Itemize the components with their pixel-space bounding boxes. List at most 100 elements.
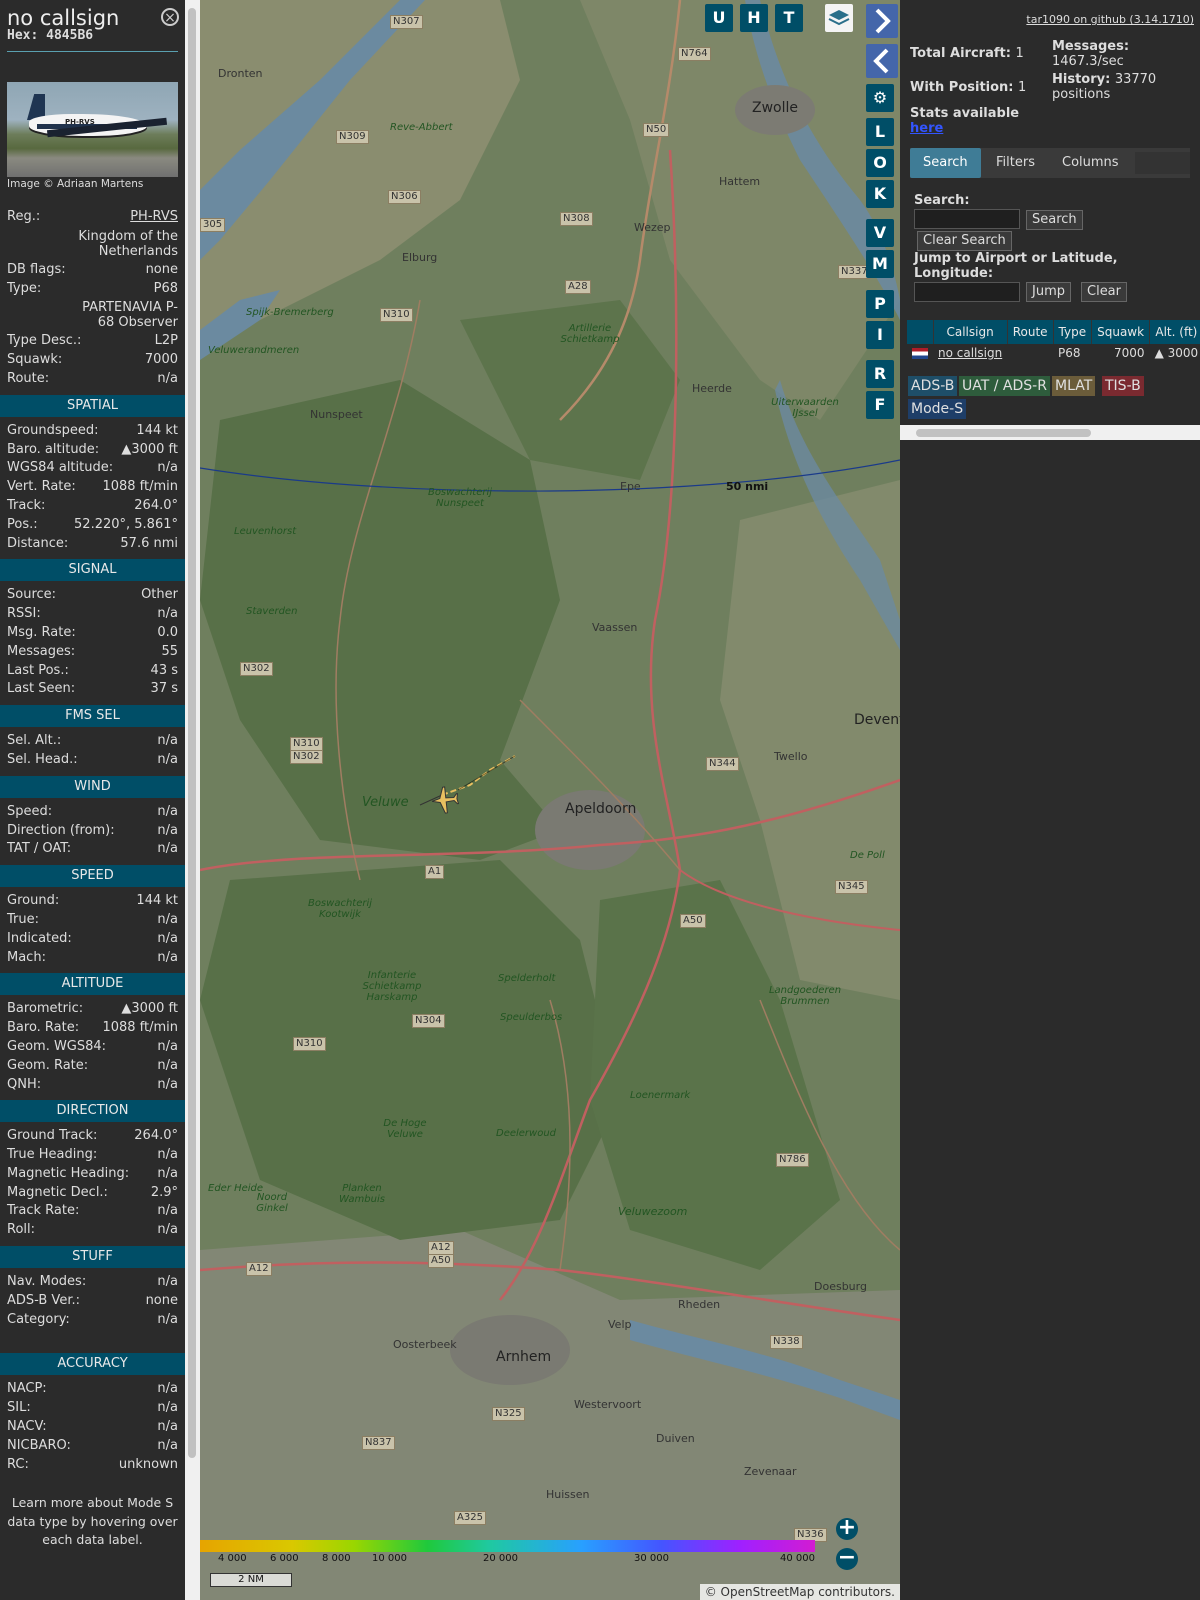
tab-columns[interactable]: Columns [1049, 148, 1132, 178]
info-label: RSSI: [7, 606, 41, 622]
info-row: Squawk: 7000 [0, 351, 185, 370]
map-label-area: Reve-Abbert [390, 122, 453, 133]
info-label: SIL: [7, 1400, 31, 1416]
info-value: 264.0° [134, 497, 178, 513]
info-row: Geom. WGS84: n/a [0, 1038, 185, 1057]
toggle-k-button[interactable]: K [866, 180, 894, 208]
map[interactable]: Dronten Elburg Wezep Hattem Heerde Epe N… [200, 0, 900, 1600]
info-header: no callsign Hex: 4845B6 × [0, 0, 185, 43]
map-label-town: Wezep [634, 221, 671, 234]
selected-aircraft-icon[interactable] [430, 785, 460, 815]
selected-hex: Hex: 4845B6 [7, 28, 94, 43]
road-label: A12 [428, 1241, 454, 1255]
info-label: Source: [7, 587, 57, 603]
map-label-area: Loenermark [630, 1090, 691, 1101]
legend-tis-b[interactable]: TIS-B [1102, 376, 1144, 396]
info-label: TAT / OAT: [7, 841, 72, 857]
gear-icon[interactable]: ⚙ [866, 84, 894, 112]
jump-button[interactable]: Jump [1026, 282, 1071, 302]
layers-icon[interactable] [825, 4, 853, 32]
aircraft-photo[interactable]: PH-RVS [7, 82, 178, 177]
column-header[interactable] [907, 320, 934, 344]
info-panel-scrollbar[interactable] [185, 0, 200, 1600]
column-header-route[interactable]: Route [1007, 320, 1054, 344]
toggle-i-button[interactable]: I [866, 321, 894, 349]
toggle-h-button[interactable]: H [740, 4, 768, 32]
zoom-in-button[interactable]: + [836, 1517, 858, 1540]
legend-mlat[interactable]: MLAT [1052, 376, 1096, 396]
info-label: Mach: [7, 949, 46, 965]
toggle-v-button[interactable]: V [866, 219, 894, 247]
map-label-area: Spijk-Bremerberg [246, 307, 334, 318]
search-button[interactable]: Search [1026, 210, 1083, 230]
info-label: Direction (from): [7, 822, 115, 838]
road-label: N302 [240, 662, 273, 676]
toggle-f-button[interactable]: F [866, 391, 894, 419]
chevron-left-icon[interactable] [866, 44, 898, 78]
callsign-cell[interactable]: no callsign [933, 344, 1007, 362]
toggle-r-button[interactable]: R [866, 360, 894, 388]
info-value: n/a [157, 606, 178, 622]
toggle-t-button[interactable]: T [775, 4, 803, 32]
column-header-squawk[interactable]: Squawk [1091, 320, 1151, 344]
map-label-area: Planken Wambuis [339, 1183, 385, 1205]
clear-jump-button[interactable]: Clear [1081, 282, 1127, 302]
zoom-out-button[interactable]: − [836, 1547, 858, 1570]
stats-link[interactable]: here [910, 121, 943, 136]
info-value: n/a [157, 733, 178, 749]
jump-input[interactable] [914, 282, 1020, 302]
info-row: Magnetic Decl.: 2.9° [0, 1184, 185, 1203]
search-input[interactable] [914, 209, 1020, 229]
info-value: n/a [157, 949, 178, 965]
column-header-callsign[interactable]: Callsign [933, 320, 1008, 344]
tab-search[interactable]: Search [910, 148, 981, 178]
table-horizontal-scrollbar[interactable] [900, 425, 1200, 440]
road-label: N302 [290, 750, 323, 764]
info-value: n/a [157, 1222, 178, 1238]
with-position: With Position: 1 [910, 80, 1027, 95]
toggle-p-button[interactable]: P [866, 290, 894, 318]
close-icon[interactable]: × [161, 8, 179, 26]
legend-ads-b[interactable]: ADS-B [908, 376, 958, 396]
altitude-tick: 20 000 [483, 1553, 518, 1564]
legend-mode-s[interactable]: Mode-S [908, 399, 967, 419]
map-label-city: Arnhem [496, 1349, 552, 1365]
info-label: Magnetic Decl.: [7, 1184, 108, 1200]
info-value: n/a [157, 803, 178, 819]
info-label: Geom. Rate: [7, 1057, 89, 1073]
info-label: Roll: [7, 1222, 36, 1238]
info-row: Msg. Rate: 0.0 [0, 624, 185, 643]
info-value: ▲3000 ft [121, 441, 178, 457]
section-header-spatial: SPATIAL [0, 394, 185, 417]
info-label: Sel. Head.: [7, 751, 78, 767]
info-row: RC: unknown [0, 1456, 185, 1475]
info-row: Track Rate: n/a [0, 1202, 185, 1221]
info-label: Distance: [7, 535, 69, 551]
info-label: Speed: [7, 803, 53, 819]
toggle-l-button[interactable]: L [866, 118, 894, 146]
tab-filters[interactable]: Filters [983, 148, 1048, 178]
table-row[interactable]: no callsign P68 7000 ▲ 3000 [907, 344, 1200, 362]
photo-credit: Image © Adriaan Martens [7, 178, 144, 190]
clear-search-button[interactable]: Clear Search [917, 231, 1012, 251]
toggle-o-button[interactable]: O [866, 149, 894, 177]
map-attribution[interactable]: © OpenStreetMap contributors. [699, 1584, 900, 1600]
github-link[interactable]: tar1090 on github (3.14.1710) [1026, 13, 1194, 26]
info-label: Type: [7, 280, 42, 296]
aircraft-info-panel: no callsign Hex: 4845B6 × PH-RVS Image ©… [0, 0, 185, 1600]
column-header-altitude[interactable]: Alt. (ft) [1149, 320, 1200, 344]
map-label-area: Staverden [246, 606, 298, 617]
registration-link[interactable]: PH-RVS [130, 209, 178, 224]
column-header-type[interactable]: Type [1053, 320, 1093, 344]
toggle-u-button[interactable]: U [705, 4, 733, 32]
info-row: DB flags: none [0, 261, 185, 280]
legend-uat-ads-r[interactable]: UAT / ADS-R [959, 376, 1050, 396]
info-value[interactable]: PH-RVS [130, 208, 178, 227]
chevron-right-icon[interactable] [866, 4, 898, 38]
toggle-m-button[interactable]: M [866, 250, 894, 278]
info-row: Route: n/a [0, 370, 185, 389]
map-label-area: Spelderholt [498, 973, 556, 984]
info-label: Messages: [7, 643, 76, 659]
info-value: n/a [157, 460, 178, 476]
map-label-city: Zwolle [752, 100, 798, 116]
